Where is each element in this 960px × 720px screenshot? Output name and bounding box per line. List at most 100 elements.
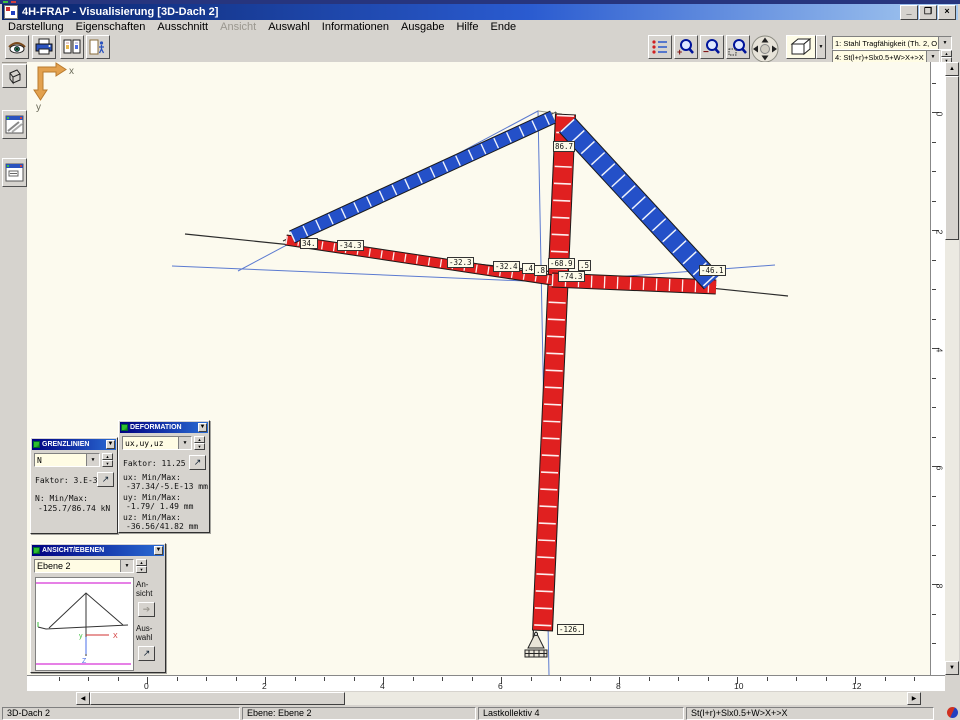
pan-pad-icon	[750, 35, 781, 63]
horizontal-scroll-thumb[interactable]	[90, 692, 345, 705]
minimize-button[interactable]: _	[900, 5, 918, 20]
grenzlinien-title: GRENZLINIEN	[42, 441, 89, 448]
chevron-down-icon[interactable]: ▼	[178, 437, 191, 449]
deformation-row-value: -37.34/-5.E-13 mm	[126, 482, 209, 491]
apply-factor-button[interactable]: ↗	[97, 472, 114, 487]
deformation-row-label: ux: Min/Max:	[123, 473, 209, 482]
grenzlinien-titlebar[interactable]: GRENZLINIEN ▼	[32, 439, 116, 450]
application-window: 4H-FRAP - Visualisierung [3D-Dach 2] _ ❐…	[0, 0, 960, 720]
value-label: -32.3	[447, 257, 474, 268]
deformation-spinner[interactable]: ▲ ▼	[194, 436, 205, 450]
printer-icon	[34, 38, 54, 56]
deformation-titlebar[interactable]: DEFORMATION ▼	[120, 422, 208, 433]
pan-button[interactable]	[750, 35, 781, 63]
ruler-tick	[932, 171, 936, 172]
deformation-combo[interactable]: ux,uy,uz ▼	[122, 436, 192, 450]
horizontal-scrollbar[interactable]: ◀ ▶	[76, 692, 921, 705]
print-button[interactable]	[32, 35, 56, 59]
ruler-vertical: 02468	[930, 62, 945, 675]
ruler-tick	[236, 677, 237, 681]
spin-down-icon[interactable]: ▼	[194, 443, 205, 450]
ebene-combo[interactable]: Ebene 2 ▼	[34, 559, 134, 573]
menu-item-hilfe[interactable]: Hilfe	[450, 21, 484, 33]
deformation-row-value: -1.79/ 1.49 mm	[126, 502, 209, 511]
maximize-button[interactable]: ❐	[919, 5, 937, 20]
display-eye-button[interactable]	[5, 35, 29, 59]
ruler-number: 2	[262, 681, 267, 691]
close-button[interactable]: ×	[938, 5, 956, 20]
result-options-button[interactable]	[648, 35, 672, 59]
menu-item-informationen[interactable]: Informationen	[316, 21, 395, 33]
value-label: -34.3	[337, 240, 364, 251]
spin-down-icon[interactable]: ▼	[102, 460, 113, 467]
menu-item-ausschnitt[interactable]: Ausschnitt	[151, 21, 214, 33]
panel-icon	[33, 547, 40, 554]
spin-up-icon[interactable]: ▲	[102, 453, 113, 460]
grenzlinien-spinner[interactable]: ▲ ▼	[102, 453, 113, 467]
zoom-out-button[interactable]: −	[700, 35, 724, 59]
ruler-tick	[932, 525, 936, 526]
scroll-down-icon[interactable]: ▼	[945, 661, 959, 675]
ansicht-ebenen-titlebar[interactable]: ANSICHT/EBENEN ▼	[32, 545, 164, 556]
chevron-down-icon[interactable]: ▼	[120, 560, 133, 572]
chevron-down-icon[interactable]: ▼	[86, 454, 99, 466]
scroll-right-icon[interactable]: ▶	[907, 692, 921, 705]
member-right-diagonal-bar[interactable]	[567, 125, 712, 282]
deformation-panel[interactable]: DEFORMATION ▼ ux,uy,uz ▼ ▲ ▼ Faktor: 11.…	[118, 420, 210, 533]
axis-x-label: x	[69, 66, 74, 77]
eye-icon	[7, 38, 27, 56]
plane-preview: X y Z	[35, 577, 134, 671]
spin-down-icon[interactable]: ▼	[136, 566, 147, 573]
spin-up-icon[interactable]: ▲	[941, 50, 952, 57]
menu-item-ende[interactable]: Ende	[484, 21, 522, 33]
spin-up-icon[interactable]: ▲	[194, 436, 205, 443]
ruler-tick	[531, 677, 532, 681]
vertical-scrollbar[interactable]: ▲ ▼	[945, 62, 959, 675]
ruler-tick	[206, 677, 207, 681]
ansicht-ebenen-panel[interactable]: ANSICHT/EBENEN ▼ Ebene 2 ▼ ▲ ▼ X y Z	[30, 543, 166, 673]
documentation-button[interactable]	[60, 35, 84, 59]
ruler-tick	[295, 677, 296, 681]
ruler-tick	[932, 83, 936, 84]
scroll-up-icon[interactable]: ▲	[945, 62, 959, 76]
ruler-tick	[932, 496, 936, 497]
chevron-down-icon[interactable]: ▼	[938, 37, 951, 49]
perspective-button[interactable]	[2, 64, 27, 88]
view-cube-button[interactable]	[786, 35, 816, 59]
view-cube-dropdown[interactable]: ▼	[816, 35, 826, 59]
hatch-window-button[interactable]	[2, 110, 27, 139]
status-panel-2: Lastkollektiv 4	[478, 707, 684, 720]
ansicht-ebenen-title: ANSICHT/EBENEN	[42, 547, 104, 554]
titlebar[interactable]: 4H-FRAP - Visualisierung [3D-Dach 2] _ ❐…	[2, 4, 958, 20]
ruler-tick	[932, 614, 936, 615]
menu-item-ausgabe[interactable]: Ausgabe	[395, 21, 450, 33]
close-icon[interactable]: ▼	[106, 440, 115, 449]
vertical-scroll-thumb[interactable]	[945, 76, 959, 240]
result-case-combo[interactable]: 1: Stahl Tragfähigkeit (Th. 2, O ▼	[832, 36, 952, 50]
values-window-button[interactable]	[2, 158, 27, 187]
scroll-left-icon[interactable]: ◀	[76, 692, 90, 705]
menu-item-auswahl[interactable]: Auswahl	[262, 21, 316, 33]
menu-item-darstellung[interactable]: Darstellung	[2, 21, 70, 33]
deformation-minmax-list: ux: Min/Max:-37.34/-5.E-13 mmuy: Min/Max…	[123, 473, 209, 533]
ansicht-button[interactable]: ➔	[138, 602, 155, 617]
ruler-number: 6	[934, 466, 944, 471]
zoom-in-button[interactable]: +	[674, 35, 698, 59]
cube-icon	[788, 37, 814, 57]
preview-z-label: Z	[82, 658, 87, 665]
member-column-bar[interactable]	[543, 114, 566, 631]
member-left-diagonal-bar[interactable]	[292, 117, 553, 237]
close-icon[interactable]: ▼	[198, 423, 207, 432]
ebene-spinner[interactable]: ▲ ▼	[136, 559, 147, 573]
value-label: -46.1	[699, 265, 726, 276]
zoom-window-button[interactable]	[726, 35, 750, 59]
grenzlinien-panel[interactable]: GRENZLINIEN ▼ N ▼ ▲ ▼ Faktor: 3.E-3 ↗ N:…	[30, 437, 118, 534]
exit-button[interactable]	[86, 35, 110, 59]
grenzlinien-combo[interactable]: N ▼	[34, 453, 100, 467]
toolbar: + −	[2, 33, 958, 63]
spin-up-icon[interactable]: ▲	[136, 559, 147, 566]
auswahl-button[interactable]: ↗	[138, 646, 155, 661]
close-icon[interactable]: ▼	[154, 546, 163, 555]
menu-item-eigenschaften[interactable]: Eigenschaften	[70, 21, 152, 33]
apply-factor-button[interactable]: ↗	[189, 455, 206, 470]
